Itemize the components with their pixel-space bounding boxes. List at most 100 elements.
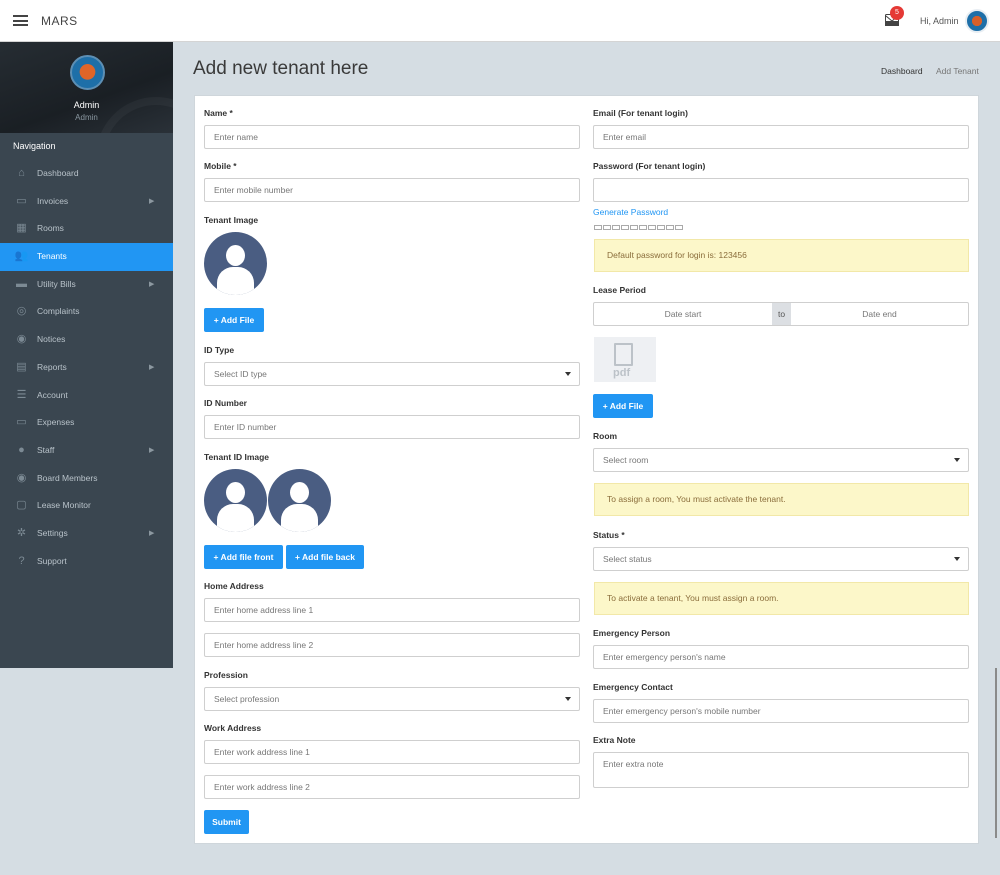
id-back-image-placeholder — [268, 469, 331, 532]
mobile-input[interactable]: Enter mobile number — [204, 178, 580, 202]
breadcrumb-dashboard[interactable]: Dashboard — [881, 66, 923, 76]
rooms-icon: ▦ — [16, 222, 27, 235]
mobile-label: Mobile * — [204, 161, 237, 171]
room-select[interactable]: Select room — [593, 448, 969, 472]
work-address-label: Work Address — [204, 723, 262, 733]
menu-icon[interactable] — [13, 15, 28, 26]
user-avatar[interactable] — [965, 9, 989, 33]
room-value: Select room — [603, 455, 649, 465]
sidebar-item-notices[interactable]: ◉ Notices — [0, 326, 173, 354]
sidebar-item-lease-monitor[interactable]: ▢ Lease Monitor — [0, 492, 173, 520]
sidebar-item-label: Utility Bills — [37, 278, 76, 289]
generate-password-link[interactable]: Generate Password — [593, 207, 668, 217]
id-type-value: Select ID type — [214, 369, 267, 379]
sidebar-item-label: Support — [37, 555, 67, 566]
nav-heading: Navigation — [13, 141, 56, 151]
password-input[interactable] — [593, 178, 969, 202]
date-to-label: to — [772, 303, 791, 325]
gear-icon: ✲ — [16, 526, 27, 539]
chevron-right-icon: ▶ — [149, 280, 155, 288]
brand-name[interactable]: MARS — [41, 14, 78, 28]
sidebar-item-label: Board Members — [37, 472, 98, 483]
sidebar-item-label: Tenants — [37, 251, 67, 262]
id-type-label: ID Type — [204, 345, 235, 355]
add-lease-file-button[interactable]: + Add File — [593, 394, 653, 418]
room-alert: To assign a room, You must activate the … — [594, 483, 969, 516]
sidebar-item-label: Rooms — [37, 223, 64, 234]
sidebar-item-invoices[interactable]: ▭ Invoices ▶ — [0, 188, 173, 216]
sidebar-item-label: Reports — [37, 361, 67, 372]
sidebar-item-support[interactable]: ? Support — [0, 548, 173, 576]
sidebar-profile: Admin Admin — [0, 42, 173, 133]
profile-avatar[interactable] — [70, 55, 105, 90]
sidebar-item-tenants[interactable]: 👥 Tenants — [0, 243, 173, 271]
email-input[interactable]: Enter email — [593, 125, 969, 149]
sidebar-item-complaints[interactable]: ◎ Complaints — [0, 298, 173, 326]
extra-note-textarea[interactable]: Enter extra note — [593, 752, 969, 788]
bullhorn-icon: ◉ — [16, 333, 27, 346]
sidebar-item-label: Staff — [37, 444, 55, 455]
add-file-back-button[interactable]: + Add file back — [286, 545, 364, 569]
tenant-id-image-label: Tenant ID Image — [204, 452, 270, 462]
notification-badge: 5 — [890, 6, 904, 20]
status-select[interactable]: Select status — [593, 547, 969, 571]
id-number-input[interactable]: Enter ID number — [204, 415, 580, 439]
sidebar: Admin Admin Navigation ⌂ Dashboard ▭ Invoic… — [0, 42, 173, 668]
add-file-front-button[interactable]: + Add file front — [204, 545, 283, 569]
sidebar-item-settings[interactable]: ✲ Settings ▶ — [0, 520, 173, 548]
name-input[interactable]: Enter name — [204, 125, 580, 149]
sidebar-item-dashboard[interactable]: ⌂ Dashboard — [0, 160, 173, 188]
monitor-icon: ▢ — [16, 499, 27, 512]
date-start-input[interactable]: Date start — [594, 303, 772, 325]
users-icon: 👥 — [14, 250, 29, 263]
work-address-line2-input[interactable]: Enter work address line 2 — [204, 775, 580, 799]
sidebar-item-board-members[interactable]: ◉ Board Members — [0, 465, 173, 493]
id-front-image-placeholder — [204, 469, 267, 532]
emergency-person-input[interactable]: Enter emergency person's name — [593, 645, 969, 669]
pdf-text: pdf — [613, 367, 631, 379]
sidebar-item-reports[interactable]: ▤ Reports ▶ — [0, 354, 173, 382]
status-label: Status * — [593, 530, 625, 540]
card-icon: ▭ — [16, 416, 27, 429]
extra-note-label: Extra Note — [593, 735, 636, 745]
caret-down-icon — [954, 458, 960, 462]
bill-icon: ▬ — [16, 277, 27, 290]
sidebar-item-rooms[interactable]: ▦ Rooms — [0, 215, 173, 243]
sidebar-item-staff[interactable]: ● Staff ▶ — [0, 437, 173, 465]
emergency-contact-input[interactable]: Enter emergency person's mobile number — [593, 699, 969, 723]
date-end-input[interactable]: Date end — [791, 303, 968, 325]
sidebar-item-label: Invoices — [37, 195, 69, 206]
sidebar-item-account[interactable]: ☰ Account — [0, 382, 173, 410]
sidebar-item-expenses[interactable]: ▭ Expenses — [0, 409, 173, 437]
name-label: Name * — [204, 108, 233, 118]
sidebar-item-label: Notices — [37, 334, 66, 345]
question-icon: ? — [18, 554, 25, 567]
caret-down-icon — [954, 557, 960, 561]
mail-icon[interactable]: 5 — [885, 6, 904, 26]
status-value: Select status — [603, 554, 652, 564]
work-address-line1-input[interactable]: Enter work address line 1 — [204, 740, 580, 764]
caret-down-icon — [565, 372, 571, 376]
password-label: Password (For tenant login) — [593, 161, 706, 171]
id-type-select[interactable]: Select ID type — [204, 362, 580, 386]
profession-select[interactable]: Select profession — [204, 687, 580, 711]
lease-period-label: Lease Period — [593, 285, 646, 295]
sidebar-item-utility-bills[interactable]: ▬ Utility Bills ▶ — [0, 271, 173, 299]
sidebar-item-label: Dashboard — [37, 168, 79, 178]
top-bar: MARS 5 Hi, Admin — [0, 0, 1000, 42]
submit-button[interactable]: Submit — [204, 810, 249, 834]
add-file-button[interactable]: + Add File — [204, 308, 264, 332]
user-greeting[interactable]: Hi, Admin — [920, 16, 959, 26]
home-address-line2-input[interactable]: Enter home address line 2 — [204, 633, 580, 657]
profession-label: Profession — [204, 670, 248, 680]
sidebar-item-label: Account — [37, 389, 68, 400]
user-circle-icon: ◉ — [16, 471, 27, 484]
chevron-right-icon: ▶ — [149, 529, 155, 537]
caret-down-icon — [565, 697, 571, 701]
home-address-line1-input[interactable]: Enter home address line 1 — [204, 598, 580, 622]
default-password-alert: Default password for login is: 123456 — [594, 239, 969, 272]
scrollbar[interactable] — [995, 668, 997, 838]
sidebar-item-label: Settings — [37, 527, 68, 538]
status-alert: To activate a tenant, You must assign a … — [594, 582, 969, 615]
profile-role: Admin — [75, 113, 98, 122]
